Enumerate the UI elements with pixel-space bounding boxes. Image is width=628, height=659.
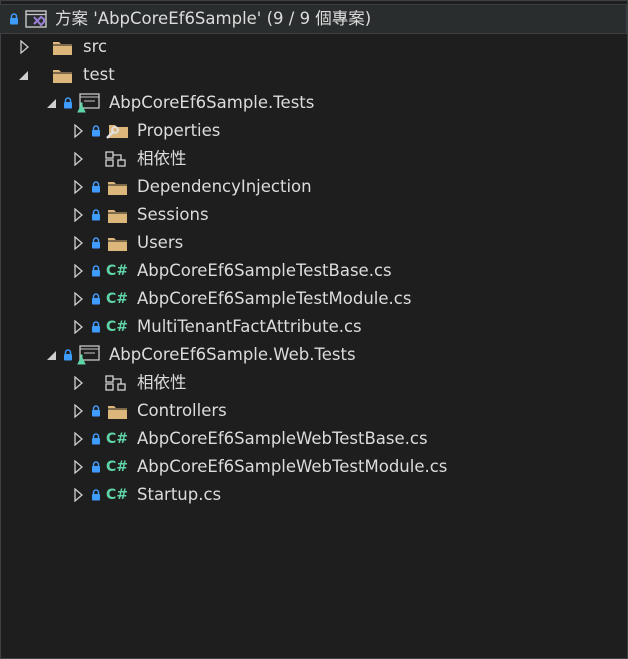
expand-arrow-icon[interactable] bbox=[73, 453, 85, 481]
lock-icon bbox=[91, 257, 101, 285]
folder-icon bbox=[52, 61, 73, 89]
csharp-file-icon: C# bbox=[106, 459, 129, 475]
tree-item-file[interactable]: C# AbpCoreEf6SampleTestModule.cs bbox=[0, 285, 626, 313]
lock-icon bbox=[91, 173, 101, 201]
tree-item-label: AbpCoreEf6SampleTestBase.cs bbox=[137, 261, 392, 280]
tree-item-label: Properties bbox=[137, 121, 221, 140]
csharp-file-icon: C# bbox=[106, 431, 129, 447]
tree-item-label: Sessions bbox=[137, 205, 209, 224]
lock-icon bbox=[91, 285, 101, 313]
collapse-arrow-icon[interactable] bbox=[17, 61, 29, 89]
tree-item-label: Users bbox=[137, 233, 184, 252]
folder-icon bbox=[107, 173, 128, 201]
tree-item-file[interactable]: C# Startup.cs bbox=[0, 481, 626, 509]
tree-item-users[interactable]: Users bbox=[0, 229, 626, 257]
collapse-arrow-icon[interactable] bbox=[45, 341, 57, 369]
lock-icon bbox=[91, 229, 101, 257]
tree-item-file[interactable]: C# AbpCoreEf6SampleWebTestModule.cs bbox=[0, 453, 626, 481]
tree-item-label: AbpCoreEf6SampleWebTestBase.cs bbox=[137, 429, 428, 448]
collapse-arrow-icon[interactable] bbox=[45, 89, 57, 117]
test-project-icon bbox=[77, 341, 101, 369]
lock-icon bbox=[91, 453, 101, 481]
expand-arrow-icon[interactable] bbox=[73, 397, 85, 425]
lock-icon bbox=[91, 117, 101, 145]
lock-icon bbox=[91, 425, 101, 453]
tree-item-test-project[interactable]: AbpCoreEf6Sample.Tests bbox=[0, 89, 626, 117]
tree-item-src[interactable]: src bbox=[0, 33, 626, 61]
tree-item-label: AbpCoreEf6SampleWebTestModule.cs bbox=[137, 457, 448, 476]
tree-item-label: 相依性 bbox=[137, 149, 187, 168]
lock-icon bbox=[63, 89, 73, 117]
tree-item-file[interactable]: C# AbpCoreEf6SampleTestBase.cs bbox=[0, 257, 626, 285]
expand-arrow-icon[interactable] bbox=[73, 369, 85, 397]
csharp-file-icon: C# bbox=[106, 263, 129, 279]
test-project-icon bbox=[77, 89, 101, 117]
tree-item-label: src bbox=[83, 37, 108, 56]
expand-arrow-icon[interactable] bbox=[73, 257, 85, 285]
expand-arrow-icon[interactable] bbox=[73, 313, 85, 341]
tree-item-label: 相依性 bbox=[137, 373, 187, 392]
csharp-file-icon: C# bbox=[106, 319, 129, 335]
properties-folder-icon bbox=[106, 117, 130, 145]
tree-item-controllers[interactable]: Controllers bbox=[0, 397, 626, 425]
tree-item-dependencies[interactable]: 相依性 bbox=[0, 369, 626, 397]
tree-item-label: DependencyInjection bbox=[137, 177, 312, 196]
tree-item-file[interactable]: C# AbpCoreEf6SampleWebTestBase.cs bbox=[0, 425, 626, 453]
solution-node[interactable]: 方案 'AbpCoreEf6Sample' (9 / 9 個專案) bbox=[0, 4, 627, 34]
expand-arrow-icon[interactable] bbox=[73, 173, 85, 201]
solution-icon bbox=[25, 5, 47, 33]
tree-item-test[interactable]: test bbox=[0, 61, 626, 89]
tree-item-web-test-project[interactable]: AbpCoreEf6Sample.Web.Tests bbox=[0, 341, 626, 369]
tree-item-label: test bbox=[83, 65, 115, 84]
tree-item-dependencyinjection[interactable]: DependencyInjection bbox=[0, 173, 626, 201]
tree-item-sessions[interactable]: Sessions bbox=[0, 201, 626, 229]
lock-icon bbox=[9, 5, 19, 33]
tree-item-label: AbpCoreEf6Sample.Tests bbox=[109, 93, 315, 112]
solution-label: 方案 'AbpCoreEf6Sample' (9 / 9 個專案) bbox=[55, 9, 372, 28]
lock-icon bbox=[91, 201, 101, 229]
expand-arrow-icon[interactable] bbox=[73, 285, 85, 313]
expand-arrow-icon[interactable] bbox=[73, 117, 85, 145]
tree-item-label: AbpCoreEf6SampleTestModule.cs bbox=[137, 289, 412, 308]
expand-arrow-icon[interactable] bbox=[73, 229, 85, 257]
folder-icon bbox=[107, 229, 128, 257]
expand-arrow-icon[interactable] bbox=[19, 33, 31, 61]
dependencies-icon bbox=[105, 145, 127, 173]
lock-icon bbox=[91, 481, 101, 509]
lock-icon bbox=[91, 313, 101, 341]
tree-item-label: Startup.cs bbox=[137, 485, 222, 504]
folder-icon bbox=[52, 33, 73, 61]
tree-item-file[interactable]: C# MultiTenantFactAttribute.cs bbox=[0, 313, 626, 341]
tree-item-label: AbpCoreEf6Sample.Web.Tests bbox=[109, 345, 356, 364]
tree-item-label: Controllers bbox=[137, 401, 227, 420]
tree-item-label: MultiTenantFactAttribute.cs bbox=[137, 317, 362, 336]
csharp-file-icon: C# bbox=[106, 487, 129, 503]
expand-arrow-icon[interactable] bbox=[73, 425, 85, 453]
csharp-file-icon: C# bbox=[106, 291, 129, 307]
folder-icon bbox=[107, 201, 128, 229]
folder-icon bbox=[107, 397, 128, 425]
expand-arrow-icon[interactable] bbox=[73, 201, 85, 229]
tree-item-dependencies[interactable]: 相依性 bbox=[0, 145, 626, 173]
lock-icon bbox=[91, 397, 101, 425]
expand-arrow-icon[interactable] bbox=[73, 145, 85, 173]
expand-arrow-icon[interactable] bbox=[73, 481, 85, 509]
tree-item-properties[interactable]: Properties bbox=[0, 117, 626, 145]
lock-icon bbox=[63, 341, 73, 369]
dependencies-icon bbox=[105, 369, 127, 397]
